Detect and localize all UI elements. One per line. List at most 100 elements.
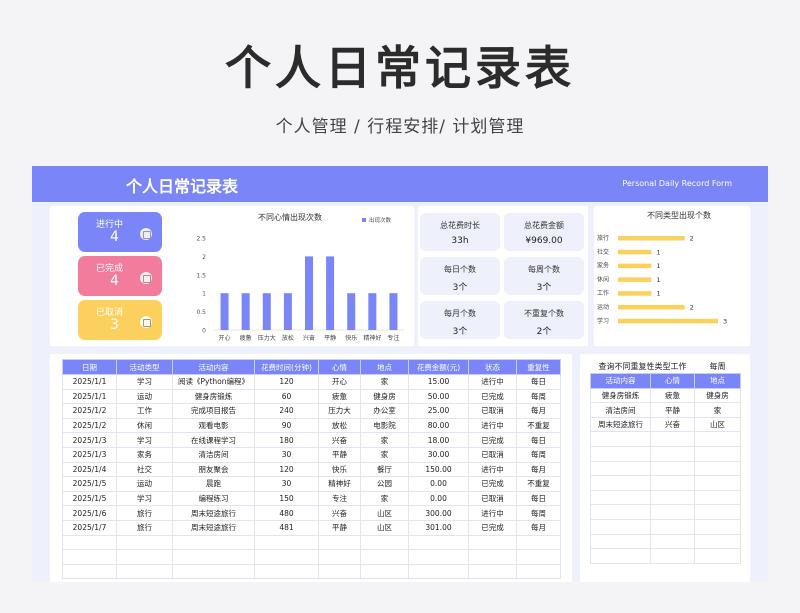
table-row[interactable]: 2025/1/5 运动 晨跑 30 精神好 公园 0.00 已完成 不重复: [62, 476, 561, 492]
status-card-done[interactable]: 已完成 4: [78, 256, 162, 296]
table-row[interactable]: 2025/1/3 学习 在线课程学习 180 兴奋家 18.00 已完成 每日: [62, 432, 561, 448]
table-row[interactable]: 2025/1/2 工作 完成项目报告 240 压力大 办公室 25.00 已取消 每月: [62, 403, 561, 419]
table-cell: 阅读《Python编程》: [172, 374, 255, 390]
column-header[interactable]: 重复性: [516, 359, 561, 375]
table-cell: 清洁房间: [590, 402, 651, 418]
metric-value: 33h: [451, 236, 469, 246]
table-row[interactable]: [62, 549, 561, 565]
table-cell: 300.00: [408, 505, 469, 521]
y-tick-label: 2.5: [196, 236, 206, 243]
table-row[interactable]: 2025/1/6 旅行 周末短途旅行 480 兴奋 山区 300.00 进行中 每周: [62, 505, 561, 521]
table-cell: 疲惫: [650, 387, 695, 404]
table-row[interactable]: [590, 446, 741, 462]
column-header[interactable]: 地点: [694, 373, 741, 389]
column-header[interactable]: 心情: [318, 359, 361, 375]
table-cell: [650, 548, 695, 564]
table-cell: 健身房: [360, 388, 409, 405]
table-row[interactable]: [62, 563, 561, 580]
table-cell: [590, 504, 651, 521]
table-row[interactable]: 健身房锻炼 疲惫 健身房: [590, 387, 741, 404]
status-card-in-progress[interactable]: 进行中 4: [78, 212, 162, 252]
table-cell: 办公室: [360, 403, 409, 419]
bar-5: [326, 256, 335, 330]
x-tick-label: 快乐: [345, 334, 357, 342]
table-cell: 2025/1/5: [62, 490, 117, 507]
column-header[interactable]: 日期: [62, 359, 117, 375]
table-row[interactable]: 2025/1/5 学习 编程练习 150 专注家 0.00 已取消 每日: [62, 490, 561, 507]
table-row[interactable]: [590, 475, 741, 491]
table-row[interactable]: [590, 460, 741, 477]
data-label: 1: [656, 290, 660, 298]
table-cell: 每日: [516, 432, 561, 448]
table-cell: [650, 431, 695, 448]
table-cell: 每日: [516, 490, 561, 507]
column-header[interactable]: 心情: [650, 373, 695, 389]
table-row[interactable]: [590, 504, 741, 521]
table-row[interactable]: 2025/1/1 学习 阅读《Python编程》 120 开心家 15.00 进行中 每日: [62, 374, 561, 390]
bar-8: [389, 293, 398, 330]
banner-title: 个人日常记录表: [126, 177, 239, 196]
mood-chart: 0 0.5 1 1.5 2 2.5 开心 疲惫 压力大 放松 兴奋 平静 快乐 精神好 专注 出现次数: [196, 216, 404, 342]
y-tick-label: 休闲: [597, 275, 609, 283]
column-header[interactable]: 花费金额(元): [408, 359, 469, 375]
table-cell: [590, 489, 651, 506]
column-header[interactable]: 地点: [360, 359, 409, 375]
metric-unique-count: 不重复个数 2个: [504, 301, 584, 339]
table-cell: [650, 475, 695, 491]
table-cell: 30.00: [408, 446, 469, 463]
column-header[interactable]: 花费时间(分钟): [254, 359, 319, 375]
table-cell: 30: [254, 476, 319, 492]
table-cell: 旅行: [116, 519, 173, 536]
table-cell: 周末短途旅行: [590, 416, 651, 433]
overview-panel: 进行中 4 已完成 4 已取消 3 不同心情出现次数 0 0.5 1 1.5 2 2.5 开…: [50, 206, 414, 346]
table-row[interactable]: 2025/1/7 旅行 周末短途旅行 481 平静 山区 301.00 已完成 每月: [62, 519, 561, 536]
status-value: 3: [110, 317, 119, 333]
table-row[interactable]: 2025/1/4 社交 朋友聚会 120 快乐 餐厅 150.00 进行中 每月: [62, 461, 561, 478]
table-row[interactable]: [590, 519, 741, 535]
metric-value: 3个: [452, 327, 468, 337]
table-cell: 480: [254, 505, 319, 521]
column-header[interactable]: 活动内容: [172, 359, 255, 375]
table-cell: 2025/1/6: [62, 505, 117, 521]
column-header[interactable]: 活动内容: [590, 373, 651, 389]
table-cell: 每周: [516, 446, 561, 463]
table-cell: 山区: [360, 505, 409, 521]
table-row[interactable]: [62, 534, 561, 551]
table-row[interactable]: 清洁房间 平静家: [590, 402, 741, 418]
table-cell: [318, 549, 361, 565]
table-cell: [694, 504, 741, 521]
x-tick-label: 精神好: [363, 334, 381, 342]
table-row[interactable]: [590, 489, 741, 506]
bar-1: [241, 293, 250, 330]
table-cell: 已完成: [468, 432, 517, 448]
table-cell: [254, 549, 319, 565]
table-cell: 2025/1/5: [62, 476, 117, 492]
table-cell: 进行中: [468, 374, 517, 390]
table-row[interactable]: [590, 431, 741, 448]
table-cell: 每周: [516, 505, 561, 521]
dashboard-frame: 个人日常记录表 Personal Daily Record Form 进行中 4…: [32, 166, 768, 582]
table-cell: [516, 563, 561, 580]
table-cell: [590, 548, 651, 564]
x-tick-label: 专注: [387, 334, 399, 342]
table-cell: 150.00: [408, 461, 469, 478]
table-cell: 健身房: [694, 387, 741, 404]
status-card-cancelled[interactable]: 已取消 3: [78, 300, 162, 340]
query-value-select[interactable]: 每周: [695, 359, 741, 374]
table-row[interactable]: 2025/1/2 休闲 观看电影 90 放松 电影院 80.00 进行中 不重复: [62, 417, 561, 434]
table-cell: 2025/1/3: [62, 432, 117, 448]
table-row[interactable]: 2025/1/3 家务 清洁房间 30 平静家 30.00 已取消 每周: [62, 446, 561, 463]
table-cell: [694, 431, 741, 448]
data-label: 1: [656, 262, 660, 270]
table-row[interactable]: 2025/1/1 运动 健身房锻炼 60 疲惫 健身房 50.00 已完成 每周: [62, 388, 561, 405]
column-header[interactable]: 状态: [468, 359, 517, 375]
column-header[interactable]: 活动类型: [116, 359, 173, 375]
table-cell: [360, 549, 409, 565]
table-row[interactable]: [590, 533, 741, 550]
table-cell: [254, 534, 319, 551]
table-row[interactable]: 周末短途旅行 兴奋 山区: [590, 416, 741, 433]
table-cell: 平静: [318, 446, 361, 463]
table-cell: [590, 460, 651, 477]
table-cell: [116, 563, 173, 580]
table-row[interactable]: [590, 548, 741, 564]
